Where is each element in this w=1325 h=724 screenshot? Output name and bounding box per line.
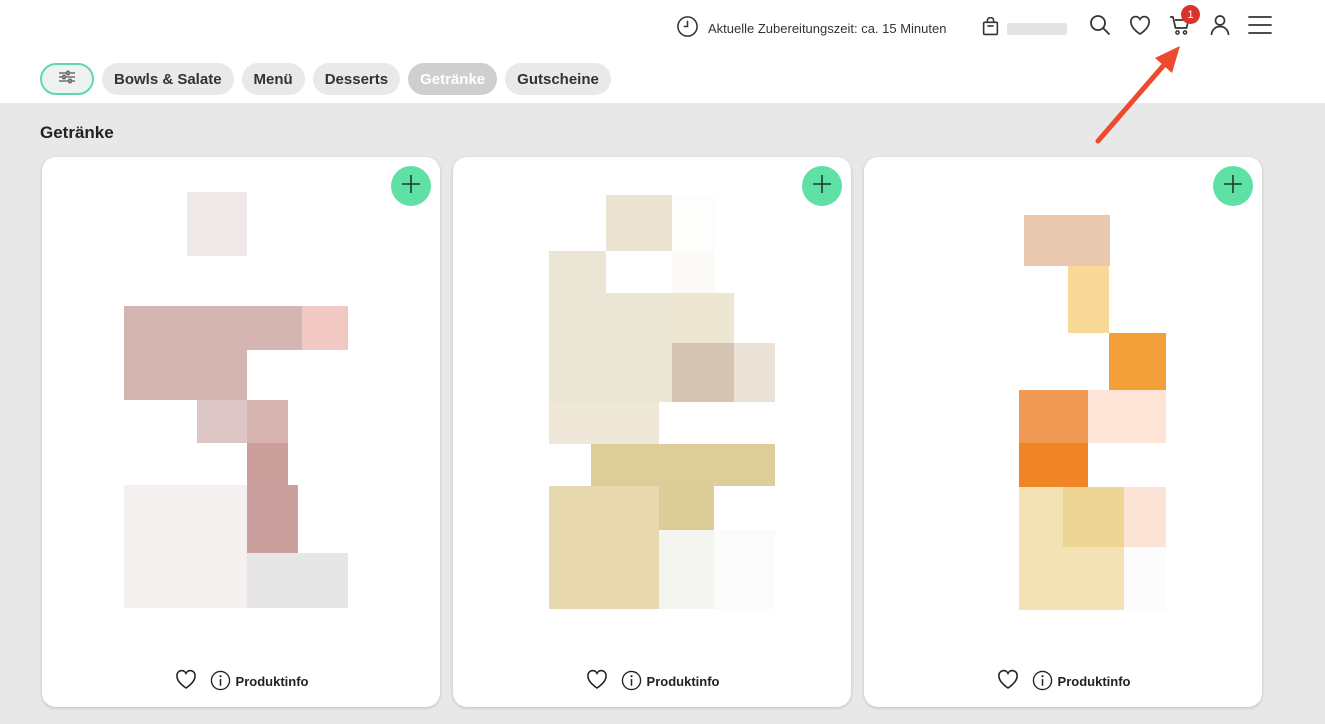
add-to-cart-button[interactable] <box>391 166 431 206</box>
plus-icon <box>1223 174 1243 199</box>
product-info-label: Produktinfo <box>646 674 720 689</box>
card-footer: Produktinfo <box>453 668 851 695</box>
product-info-button[interactable]: Produktinfo <box>621 670 720 694</box>
info-icon <box>621 670 642 694</box>
annotation-arrow <box>1095 46 1180 144</box>
menu-icon <box>1248 15 1272 40</box>
search-icon <box>1088 13 1112 42</box>
product-info-label: Produktinfo <box>1057 674 1131 689</box>
search-button[interactable] <box>1087 14 1113 40</box>
tab-getraenke[interactable]: Getränke <box>408 63 498 95</box>
tab-menu[interactable]: Menü <box>241 63 305 95</box>
favorite-button[interactable] <box>174 668 198 695</box>
favorites-button[interactable] <box>1127 14 1153 40</box>
favorite-button[interactable] <box>996 668 1020 695</box>
heart-icon <box>585 668 609 695</box>
product-info-button[interactable]: Produktinfo <box>1032 670 1131 694</box>
info-icon <box>1032 670 1053 694</box>
shopping-bag-icon <box>982 16 999 41</box>
heart-icon <box>1128 14 1152 41</box>
info-icon <box>210 670 231 694</box>
store-name-placeholder <box>1007 23 1067 35</box>
account-button[interactable] <box>1207 14 1233 40</box>
product-info-button[interactable]: Produktinfo <box>210 670 309 694</box>
cart-count-badge: 1 <box>1181 5 1200 24</box>
heart-icon <box>996 668 1020 695</box>
product-card[interactable]: Produktinfo <box>453 157 851 707</box>
favorite-button[interactable] <box>585 668 609 695</box>
tab-gutscheine[interactable]: Gutscheine <box>505 63 611 95</box>
card-footer: Produktinfo <box>864 668 1262 695</box>
prep-time: Aktuelle Zubereitungszeit: ca. 15 Minute… <box>676 15 946 41</box>
product-card[interactable]: Produktinfo <box>864 157 1262 707</box>
clock-icon <box>676 15 699 41</box>
filter-button[interactable] <box>40 63 94 95</box>
user-icon <box>1208 13 1232 42</box>
tab-desserts[interactable]: Desserts <box>312 63 401 95</box>
plus-icon <box>812 174 832 199</box>
menu-button[interactable] <box>1247 14 1273 40</box>
heart-icon <box>174 668 198 695</box>
tab-bowls-salate[interactable]: Bowls & Salate <box>102 63 234 95</box>
plus-icon <box>401 174 421 199</box>
prep-time-label: Aktuelle Zubereitungszeit: ca. 15 Minute… <box>708 20 947 36</box>
product-info-label: Produktinfo <box>235 674 309 689</box>
section-title: Getränke <box>40 123 114 142</box>
store-selector[interactable] <box>982 16 1067 41</box>
card-footer: Produktinfo <box>42 668 440 695</box>
sliders-icon <box>58 70 76 88</box>
product-card[interactable]: Produktinfo <box>42 157 440 707</box>
add-to-cart-button[interactable] <box>1213 166 1253 206</box>
add-to-cart-button[interactable] <box>802 166 842 206</box>
category-tabs: Bowls & Salate Menü Desserts Getränke Gu… <box>40 63 611 95</box>
